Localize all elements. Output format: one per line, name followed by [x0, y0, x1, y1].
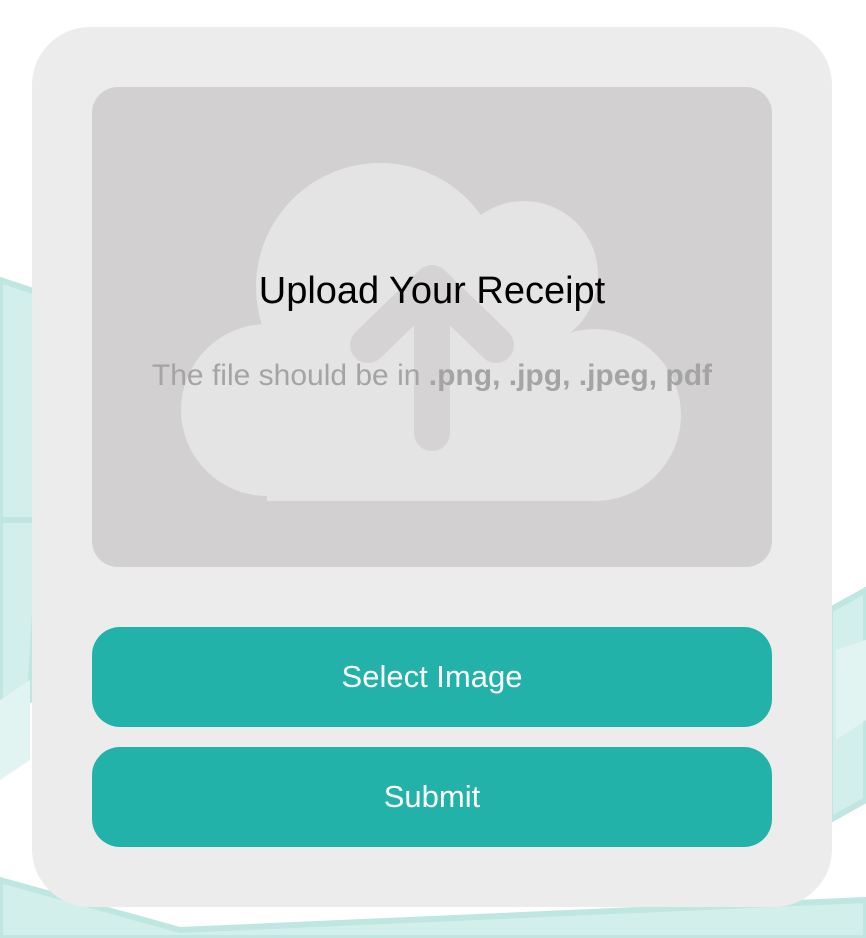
hint-formats: .png, .jpg, .jpeg, pdf — [428, 359, 713, 392]
submit-button[interactable]: Submit — [92, 747, 772, 847]
file-format-hint: The file should be in .png, .jpg, .jpeg,… — [92, 358, 772, 394]
upload-dropzone[interactable]: Upload Your Receipt The file should be i… — [92, 87, 772, 567]
hint-prefix: The file should be in — [151, 359, 429, 392]
upload-card: Upload Your Receipt The file should be i… — [32, 27, 832, 907]
upload-title: Upload Your Receipt — [258, 270, 606, 312]
select-image-button[interactable]: Select Image — [92, 627, 772, 727]
cloud-upload-icon — [181, 163, 681, 501]
